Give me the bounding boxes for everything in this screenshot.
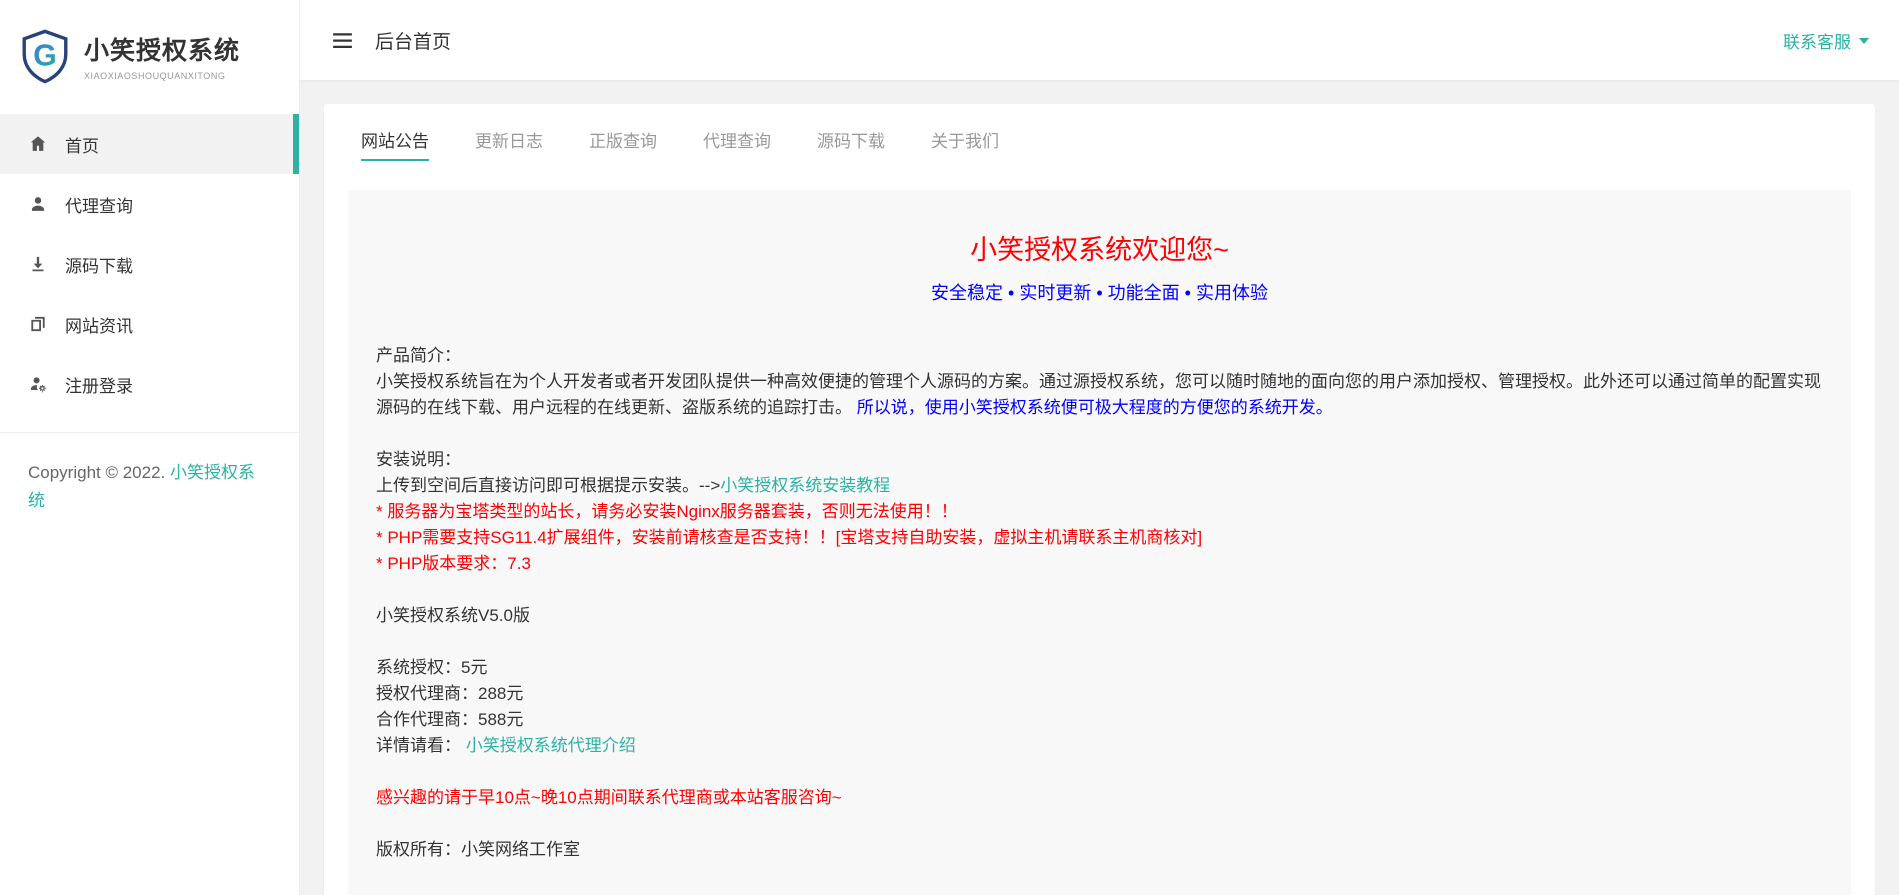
notice-line: 授权代理商：288元 (376, 681, 1823, 707)
notice-line (376, 811, 1823, 837)
notice-line: 系统授权：5元 (376, 655, 1823, 681)
notice-text: 系统授权：5元 (376, 658, 487, 677)
tab-update-log[interactable]: 更新日志 (452, 104, 566, 174)
tab-source-download[interactable]: 源码下载 (794, 104, 908, 174)
sidebar: G 小笑授权系统 XIAOXIAOSHOUQUANXITONG 首页代理查询源码… (0, 0, 300, 895)
tab-site-notice[interactable]: 网站公告 (338, 104, 452, 174)
content-area: 网站公告更新日志正版查询代理查询源码下载关于我们 小笑授权系统欢迎您~ 安全稳定… (300, 80, 1899, 895)
news-icon (28, 314, 48, 334)
notice-line: 版权所有：小笑网络工作室 (376, 837, 1823, 863)
notice-link[interactable]: 小笑授权系统代理介绍 (466, 736, 636, 755)
notice-line: * PHP版本要求：7.3 (376, 551, 1823, 577)
notice-line: 上传到空间后直接访问即可根据提示安装。-->小笑授权系统安装教程 (376, 473, 1823, 499)
notice-line: * 服务器为宝塔类型的站长，请务必安装Nginx服务器套装，否则无法使用！！ (376, 499, 1823, 525)
notice-line: 详情请看： 小笑授权系统代理介绍 (376, 733, 1823, 759)
notice-line: 产品简介： (376, 343, 1823, 369)
notice-panel: 小笑授权系统欢迎您~ 安全稳定 • 实时更新 • 功能全面 • 实用体验 产品简… (348, 190, 1851, 895)
notice-title: 小笑授权系统欢迎您~ (376, 228, 1823, 267)
notice-text: * PHP版本要求：7.3 (376, 554, 531, 573)
notice-text: 感兴趣的请于早10点~晚10点期间联系代理商或本站客服咨询~ (376, 788, 842, 807)
hamburger-menu-icon[interactable] (330, 28, 355, 53)
contact-support-dropdown[interactable]: 联系客服 (1783, 28, 1869, 53)
notice-line: 安装说明： (376, 447, 1823, 473)
logo: G 小笑授权系统 XIAOXIAOSHOUQUANXITONG (0, 0, 299, 112)
app-root: G 小笑授权系统 XIAOXIAOSHOUQUANXITONG 首页代理查询源码… (0, 0, 1899, 895)
topbar: 后台首页 联系客服 (300, 0, 1899, 80)
chevron-down-icon (1859, 38, 1869, 44)
notice-text: 上传到空间后直接访问即可根据提示安装。--> (376, 476, 720, 495)
sidebar-item-home[interactable]: 首页 (0, 114, 299, 174)
notice-text: 小笑授权系统V5.0版 (376, 606, 530, 625)
notice-line (376, 577, 1823, 603)
notice-line: 感兴趣的请于早10点~晚10点期间联系代理商或本站客服咨询~ (376, 785, 1823, 811)
notice-text: 详情请看： (376, 736, 466, 755)
sidebar-item-label: 代理查询 (65, 192, 133, 217)
notice-text: * 服务器为宝塔类型的站长，请务必安装Nginx服务器套装，否则无法使用！！ (376, 502, 958, 521)
svg-text:G: G (33, 40, 56, 73)
notice-line (376, 759, 1823, 785)
notice-line (376, 421, 1823, 447)
sidebar-item-register-login[interactable]: 注册登录 (0, 354, 299, 414)
sidebar-item-source-download[interactable]: 源码下载 (0, 234, 299, 294)
tab-agent-query[interactable]: 代理查询 (680, 104, 794, 174)
main-column: 后台首页 联系客服 网站公告更新日志正版查询代理查询源码下载关于我们 小笑授权系… (300, 0, 1899, 895)
logo-shield-icon: G (16, 27, 74, 85)
sidebar-item-agent-query[interactable]: 代理查询 (0, 174, 299, 234)
notice-text: 合作代理商：588元 (376, 710, 523, 729)
user-icon (28, 194, 48, 214)
sidebar-item-label: 网站资讯 (65, 312, 133, 337)
page-title: 后台首页 (375, 27, 451, 54)
notice-line: 合作代理商：588元 (376, 707, 1823, 733)
notice-line: 小笑授权系统旨在为个人开发者或者开发团队提供一种高效便捷的管理个人源码的方案。通… (376, 369, 1823, 421)
notice-line: * PHP需要支持SG11.4扩展组件，安装前请核查是否支持！！[宝塔支持自助安… (376, 525, 1823, 551)
copyright-text: Copyright © 2022. (28, 463, 170, 482)
notice-subtitle: 安全稳定 • 实时更新 • 功能全面 • 实用体验 (376, 279, 1823, 305)
sidebar-item-site-news[interactable]: 网站资讯 (0, 294, 299, 354)
notice-line (376, 629, 1823, 655)
logo-subtitle: XIAOXIAOSHOUQUANXITONG (84, 71, 240, 81)
notice-text: 版权所有：小笑网络工作室 (376, 840, 580, 859)
logo-title: 小笑授权系统 (84, 31, 240, 67)
tab-about-us[interactable]: 关于我们 (908, 104, 1022, 174)
contact-support-label: 联系客服 (1783, 28, 1851, 53)
notice-body: 产品简介： 小笑授权系统旨在为个人开发者或者开发团队提供一种高效便捷的管理个人源码… (376, 343, 1823, 863)
notice-text: 授权代理商：288元 (376, 684, 523, 703)
sidebar-item-label: 源码下载 (65, 252, 133, 277)
notice-text: 安装说明： (376, 450, 461, 469)
sidebar-item-label: 注册登录 (65, 372, 133, 397)
notice-link[interactable]: 小笑授权系统安装教程 (720, 476, 890, 495)
tab-genuine-query[interactable]: 正版查询 (566, 104, 680, 174)
sidebar-menu: 首页代理查询源码下载网站资讯注册登录 (0, 114, 299, 414)
notice-text: 产品简介： (376, 346, 461, 365)
logo-text: 小笑授权系统 XIAOXIAOSHOUQUANXITONG (84, 31, 240, 81)
sidebar-item-label: 首页 (65, 132, 99, 157)
sidebar-copyright: Copyright © 2022. 小笑授权系统 (0, 433, 299, 541)
main-card: 网站公告更新日志正版查询代理查询源码下载关于我们 小笑授权系统欢迎您~ 安全稳定… (324, 104, 1875, 895)
download-icon (28, 254, 48, 274)
notice-text: 所以说，使用小笑授权系统便可极大程度的方便您的系统开发。 (852, 398, 1333, 417)
notice-line: 小笑授权系统V5.0版 (376, 603, 1823, 629)
notice-text: * PHP需要支持SG11.4扩展组件，安装前请核查是否支持！！[宝塔支持自助安… (376, 528, 1202, 547)
tab-bar: 网站公告更新日志正版查询代理查询源码下载关于我们 (324, 104, 1875, 174)
home-icon (28, 134, 48, 154)
user-gear-icon (28, 374, 48, 394)
